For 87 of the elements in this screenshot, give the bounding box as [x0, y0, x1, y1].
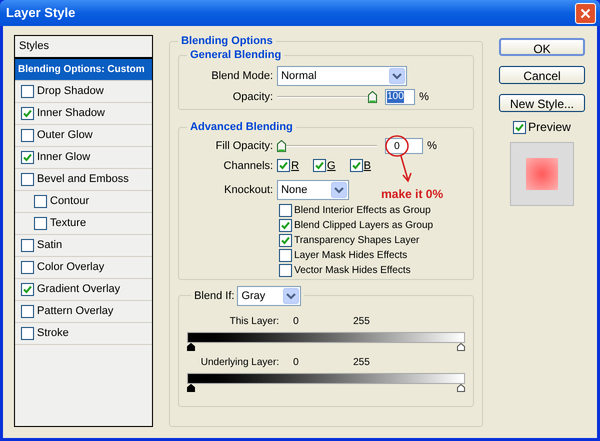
checkbox[interactable]	[279, 204, 292, 217]
option-label: Blend Clipped Layers as Group	[294, 219, 434, 233]
checkmark-icon	[23, 109, 32, 118]
style-list-item[interactable]: Contour	[50, 193, 90, 210]
dialog-button[interactable]: New Style...	[499, 94, 585, 112]
style-list-item[interactable]: Texture	[50, 215, 86, 232]
range-end-thumb[interactable]	[457, 343, 465, 351]
checkmark-icon	[352, 161, 361, 170]
style-list-item[interactable]: Color Overlay	[37, 259, 104, 276]
option-label: Vector Mask Hides Effects	[294, 264, 411, 278]
option-label: Layer Mask Hides Effects	[294, 249, 408, 263]
checkbox[interactable]	[21, 239, 34, 252]
checkbox[interactable]	[279, 264, 292, 277]
checkbox[interactable]	[313, 159, 326, 172]
dialog-button[interactable]: OK	[499, 38, 585, 56]
checkbox[interactable]	[34, 217, 47, 230]
checkmark-icon	[23, 285, 32, 294]
group-title: General Blending	[187, 48, 284, 62]
chevron-down-icon	[283, 288, 300, 304]
field-label: Knockout:	[223, 182, 274, 198]
checkbox[interactable]	[21, 327, 34, 340]
preview-shape	[526, 158, 558, 190]
close-button[interactable]	[575, 2, 596, 24]
preview-label: Preview	[528, 119, 571, 136]
style-list-item[interactable]: Inner Glow	[37, 149, 90, 166]
chevron-down-icon	[389, 68, 406, 84]
checkbox[interactable]	[34, 195, 47, 208]
field-label: This Layer:	[228, 314, 280, 328]
checkbox[interactable]	[279, 249, 292, 262]
checkbox[interactable]	[21, 129, 34, 142]
style-list-item[interactable]: Gradient Overlay	[37, 281, 120, 298]
field-label: Channels:	[222, 158, 274, 174]
checkbox[interactable]	[21, 283, 34, 296]
channel-label: R	[291, 158, 300, 174]
window-title: Layer Style	[6, 4, 76, 22]
high-value: 255	[353, 356, 370, 370]
group-title: Advanced Blending	[187, 120, 296, 134]
annotation-text: make it 0%	[381, 186, 444, 203]
checkmark-icon	[515, 122, 524, 132]
field-label: Fill Opacity:	[214, 139, 274, 154]
low-value: 0	[293, 356, 300, 370]
option-label: Blend Interior Effects as Group	[294, 204, 431, 218]
checkbox[interactable]	[21, 85, 34, 98]
checkmark-icon	[315, 161, 324, 170]
style-list-item[interactable]: Inner Shadow	[37, 105, 105, 122]
dialog-button[interactable]: Cancel	[499, 66, 585, 84]
knockout-dropdown[interactable]: None	[277, 180, 350, 200]
fill-opacity-field[interactable]: 0	[385, 138, 424, 154]
field-label: Underlying Layer:	[200, 356, 280, 370]
field-label: Blend Mode:	[210, 68, 274, 84]
slider-thumb[interactable]	[368, 91, 378, 104]
checkbox[interactable]	[279, 219, 292, 232]
blend-if-dropdown[interactable]: Gray	[237, 286, 302, 306]
style-list-item[interactable]: Stroke	[37, 325, 69, 342]
field-label: Blend If:	[194, 288, 234, 304]
range-end-thumb[interactable]	[457, 384, 465, 392]
style-list-item[interactable]: Satin	[37, 237, 62, 254]
checkbox[interactable]	[21, 261, 34, 274]
checkbox[interactable]	[277, 159, 290, 172]
blend-mode-dropdown[interactable]: Normal	[277, 66, 408, 86]
checkbox[interactable]	[21, 107, 34, 120]
checkbox[interactable]	[21, 151, 34, 164]
style-list-item[interactable]: Pattern Overlay	[37, 303, 114, 320]
channel-label: G	[327, 158, 336, 174]
style-list-item[interactable]: Outer Glow	[37, 127, 93, 144]
group-title: Blending Options	[178, 34, 276, 48]
channel-label: B	[364, 158, 371, 174]
unit-label: %	[427, 139, 437, 154]
opacity-field[interactable]: 100	[385, 89, 416, 106]
preview-checkbox[interactable]	[513, 120, 526, 134]
checkbox[interactable]	[21, 173, 34, 186]
low-value: 0	[293, 314, 300, 328]
checkmark-icon	[279, 161, 288, 170]
slider-thumb[interactable]	[277, 140, 286, 152]
chevron-down-icon	[331, 182, 348, 198]
field-label: Opacity:	[232, 90, 274, 105]
close-icon	[580, 8, 591, 18]
checkmark-icon	[23, 153, 32, 162]
style-list-item[interactable]: Bevel and Emboss	[37, 171, 129, 188]
option-label: Transparency Shapes Layer	[294, 234, 420, 248]
style-list-item[interactable]: Blending Options: Custom	[15, 59, 152, 81]
checkbox[interactable]	[21, 305, 34, 318]
style-list-item[interactable]: Drop Shadow	[37, 83, 104, 100]
unit-label: %	[419, 90, 429, 105]
checkbox[interactable]	[279, 234, 292, 247]
checkbox[interactable]	[350, 159, 363, 172]
high-value: 255	[353, 314, 370, 328]
